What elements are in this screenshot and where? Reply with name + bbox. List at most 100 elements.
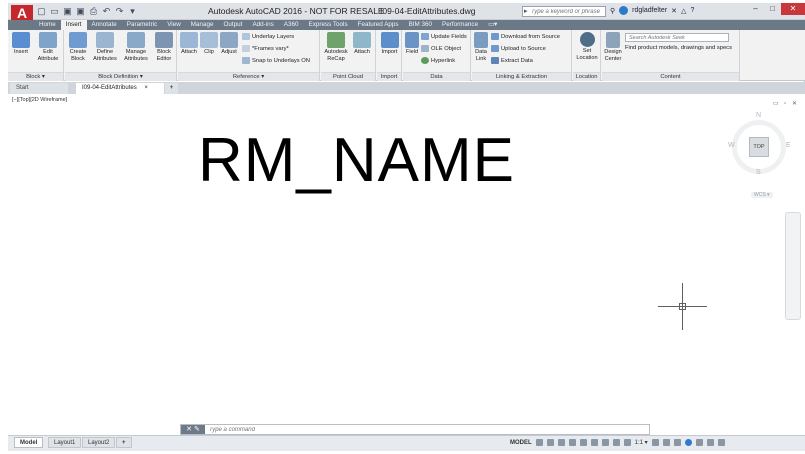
tab-output[interactable]: Output: [219, 20, 248, 30]
tab-bim-360[interactable]: BIM 360: [404, 20, 437, 30]
snap-mode-icon[interactable]: [546, 439, 554, 446]
auto-scale-icon[interactable]: [623, 439, 631, 446]
data-link-button[interactable]: Data Link: [473, 32, 489, 62]
help-search-box[interactable]: ▸: [522, 6, 606, 17]
plot-icon[interactable]: ⎙: [88, 6, 99, 17]
isodraft-icon[interactable]: [579, 439, 587, 446]
command-input[interactable]: [209, 425, 639, 434]
tab-express-tools[interactable]: Express Tools: [304, 20, 353, 30]
adjust-button[interactable]: Adjust: [219, 32, 239, 56]
close-icon[interactable]: ✕: [781, 3, 805, 15]
define-attributes-button[interactable]: Define Attributes: [91, 32, 119, 62]
wcs-menu[interactable]: WCS ▾: [751, 192, 773, 198]
viewport-window-controls[interactable]: ▭ ▫ ✕: [773, 100, 799, 107]
viewport-controls-label[interactable]: [−][Top][2D Wireframe]: [12, 97, 67, 103]
open-icon[interactable]: ▭: [49, 6, 60, 17]
manage-attributes-button[interactable]: Manage Attributes: [121, 32, 151, 62]
grid-icon[interactable]: [535, 439, 543, 446]
clean-screen-icon[interactable]: [706, 439, 714, 446]
binoculars-icon[interactable]: ⚲: [610, 7, 615, 15]
annotation-scale[interactable]: 1:1 ▾: [635, 439, 648, 446]
tab-featured-apps[interactable]: Featured Apps: [353, 20, 404, 30]
attribute-text-rm-name[interactable]: RM_NAME: [198, 126, 515, 196]
compass-west[interactable]: W: [728, 142, 735, 149]
model-space-toggle[interactable]: MODEL: [510, 440, 532, 446]
point-cloud-attach-button[interactable]: Attach: [351, 32, 373, 56]
undo-icon[interactable]: ↶: [101, 6, 112, 17]
edit-attribute-button[interactable]: Edit Attribute: [34, 32, 62, 62]
panel-title-block-definition[interactable]: Block Definition ▾: [65, 72, 176, 81]
download-source-button[interactable]: Download from Source: [491, 33, 560, 40]
object-snap-tracking-icon[interactable]: [590, 439, 598, 446]
tab-view[interactable]: View: [162, 20, 186, 30]
add-layout-button[interactable]: +: [116, 437, 132, 448]
tab-insert[interactable]: Insert: [60, 20, 87, 30]
username-label[interactable]: rdgladfelter: [632, 7, 667, 14]
tab-parametric[interactable]: Parametric: [122, 20, 162, 30]
polar-tracking-icon[interactable]: [568, 439, 576, 446]
exchange-icon[interactable]: ✕: [671, 7, 677, 15]
annotation-monitor-icon[interactable]: [662, 439, 670, 446]
tab-add-ins[interactable]: Add-ins: [247, 20, 278, 30]
tab-annotate[interactable]: Annotate: [87, 20, 122, 30]
close-tab-icon[interactable]: ×: [144, 85, 148, 91]
compass-south[interactable]: S: [756, 169, 761, 176]
extract-data-button[interactable]: Extract Data: [491, 57, 533, 64]
hardware-acceleration-icon[interactable]: [695, 439, 703, 446]
tab-drawing-file[interactable]: I09-04-EditAttributes ×: [76, 83, 164, 94]
update-fields-button[interactable]: Update Fields: [421, 33, 467, 40]
panel-title-block[interactable]: Block ▾: [8, 72, 63, 81]
customization-icon[interactable]: [717, 439, 725, 446]
tab-start[interactable]: Start: [10, 83, 68, 94]
tab-home[interactable]: Home: [34, 20, 61, 30]
hyperlink-button[interactable]: Hyperlink: [421, 57, 455, 64]
drawing-canvas[interactable]: [−][Top][2D Wireframe] ▭ ▫ ✕ RM_NAME TOP…: [8, 94, 805, 435]
seek-search-box[interactable]: Search Autodesk Seek: [625, 33, 729, 42]
help-icon[interactable]: ?: [690, 7, 694, 14]
units-icon[interactable]: [673, 439, 681, 446]
maximize-icon[interactable]: □: [764, 3, 781, 15]
navigation-bar[interactable]: [785, 212, 801, 320]
tab-manage[interactable]: Manage: [186, 20, 219, 30]
a360-icon[interactable]: △: [681, 7, 686, 15]
viewcube-top-face[interactable]: TOP: [749, 137, 769, 157]
field-button[interactable]: Field: [404, 32, 420, 56]
ortho-icon[interactable]: [557, 439, 565, 446]
create-block-button[interactable]: Create Block: [67, 32, 89, 62]
ole-object-button[interactable]: OLE Object: [421, 45, 461, 52]
compass-north[interactable]: N: [756, 112, 761, 119]
workspace-icon[interactable]: [651, 439, 659, 446]
tab-a360[interactable]: A360: [279, 20, 304, 30]
insert-button[interactable]: Insert: [11, 32, 31, 56]
save-as-icon[interactable]: ▣: [75, 6, 86, 17]
underlay-layers-button[interactable]: Underlay Layers: [242, 33, 294, 40]
qat-dropdown-icon[interactable]: ▾: [127, 6, 138, 17]
new-tab-button[interactable]: +: [165, 83, 178, 94]
attach-button[interactable]: Attach: [179, 32, 199, 56]
ribbon-options-icon[interactable]: ▭▾: [483, 20, 502, 30]
help-search-input[interactable]: [523, 7, 605, 16]
annotation-visibility-icon[interactable]: [612, 439, 620, 446]
snap-underlays-dropdown[interactable]: Snap to Underlays ON: [242, 57, 310, 64]
command-line-controls[interactable]: ✕ ✎: [181, 425, 205, 434]
viewcube[interactable]: TOP N S E W WCS ▾: [728, 112, 792, 202]
set-location-button[interactable]: Set Location: [575, 32, 599, 61]
layout-tab-layout1[interactable]: Layout1: [48, 437, 82, 448]
clip-button[interactable]: Clip: [200, 32, 218, 56]
panel-title-reference[interactable]: Reference ▾: [178, 72, 319, 81]
layout-tab-layout2[interactable]: Layout2: [82, 437, 116, 448]
user-icon[interactable]: [619, 6, 629, 15]
block-editor-button[interactable]: Block Editor: [153, 32, 175, 62]
tab-performance[interactable]: Performance: [437, 20, 483, 30]
save-icon[interactable]: ▣: [62, 6, 73, 17]
autodesk-recap-button[interactable]: Autodesk ReCap: [323, 32, 349, 62]
isolate-objects-icon[interactable]: [684, 439, 692, 446]
compass-east[interactable]: E: [786, 142, 791, 149]
design-center-button[interactable]: Design Center: [603, 32, 623, 62]
import-button[interactable]: Import: [379, 32, 400, 56]
new-icon[interactable]: ▢: [36, 6, 47, 17]
frames-vary-dropdown[interactable]: *Frames vary*: [242, 45, 289, 52]
upload-source-button[interactable]: Upload to Source: [491, 45, 546, 52]
redo-icon[interactable]: ↷: [114, 6, 125, 17]
object-snap-icon[interactable]: [601, 439, 609, 446]
